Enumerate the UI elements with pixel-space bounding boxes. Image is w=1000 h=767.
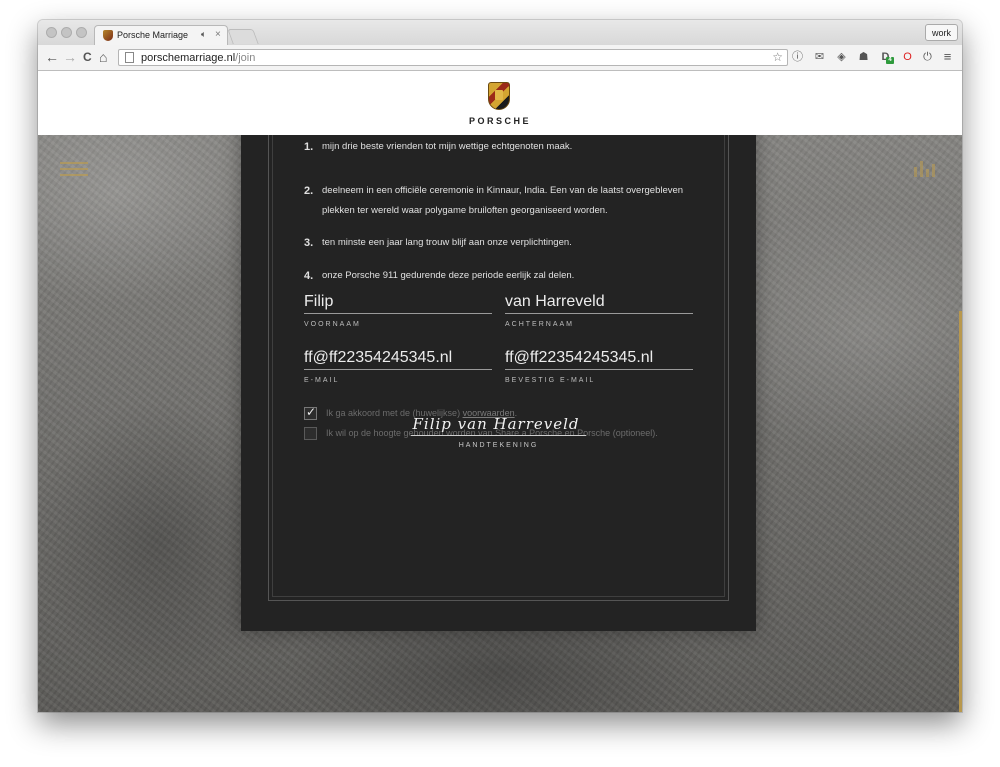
tab-title: Porsche Marriage [117,30,189,40]
browser-toolbar: ← → C ⌂ porschemarriage.nl/join ☆ ⓘ ✉ ◈ … [38,45,962,71]
speaker-icon[interactable]: 🔈︎ [201,29,206,40]
menu-icon[interactable]: ≡ [940,49,955,65]
reload-icon[interactable]: C [83,48,92,66]
signature-field[interactable]: Filip van Harreveld [406,415,586,433]
1password-icon[interactable]: ⓘ [790,49,805,65]
browser-tab[interactable]: Porsche Marriage 🔈︎ × [94,25,228,45]
page-viewport: 1. mijn drie beste vrienden tot mijn wett… [38,71,962,712]
browser-window: Porsche Marriage 🔈︎ × work ← → C ⌂ porsc… [38,20,962,712]
marriage-certificate-card: 1. mijn drie beste vrienden tot mijn wett… [241,71,756,631]
zoom-window-button[interactable] [76,27,87,38]
title-bar: Porsche Marriage 🔈︎ × work [38,20,962,45]
email-label: E-MAIL [304,377,340,384]
hamburger-menu-icon[interactable] [60,162,88,176]
extension-badge: 4 [886,57,894,64]
first-name-input[interactable]: Filip [304,291,492,314]
signature-label: HANDTEKENING [458,442,539,449]
opera-icon[interactable]: O [900,49,915,65]
newsletter-checkbox[interactable] [304,427,317,440]
email-confirm-label: BEVESTIG E-MAIL [505,377,596,384]
email-field[interactable]: ff@ff22354245345.nl E-MAIL [304,347,492,384]
email-input[interactable]: ff@ff22354245345.nl [304,347,492,370]
brand-wordmark[interactable]: PORSCHE [38,116,962,126]
inbox-icon[interactable]: ✉ [812,49,827,65]
gold-accent-bar [959,311,962,712]
email-confirm-input[interactable]: ff@ff22354245345.nl [505,347,693,370]
new-tab-button[interactable] [227,29,259,44]
bookmark-star-icon[interactable]: ☆ [772,50,783,65]
last-name-label: ACHTERNAAM [505,321,575,328]
downloads-icon[interactable]: D4 [878,49,894,65]
url-text[interactable]: porschemarriage.nl/join [141,51,255,65]
equalizer-icon[interactable] [914,159,940,177]
address-bar[interactable]: porschemarriage.nl/join ☆ [118,49,788,66]
last-name-field[interactable]: van Harreveld ACHTERNAAM [505,291,693,328]
close-window-button[interactable] [46,27,57,38]
last-name-input[interactable]: van Harreveld [505,291,693,314]
ghostery-icon[interactable]: ☗ [856,49,871,65]
page-icon [125,52,134,63]
pocket-icon[interactable]: ◈ [834,49,849,65]
profile-button[interactable]: work [924,24,958,41]
signature-line [411,435,586,436]
site-header: PORSCHE [38,71,962,135]
email-confirm-field[interactable]: ff@ff22354245345.nl BEVESTIG E-MAIL [505,347,693,384]
porsche-favicon-icon [103,30,113,41]
forward-arrow-icon[interactable]: → [63,48,77,66]
power-icon[interactable]: ⏻ [920,49,935,65]
minimize-window-button[interactable] [61,27,72,38]
terms-checkbox[interactable]: ✓ [304,405,317,420]
first-name-label: VOORNAAM [304,321,361,328]
home-icon[interactable]: ⌂ [99,48,107,66]
back-arrow-icon[interactable]: ← [45,48,59,66]
tab-close-icon[interactable]: × [215,29,221,40]
first-name-field[interactable]: Filip VOORNAAM [304,291,492,328]
checkmark-icon: ✓ [306,405,317,419]
porsche-crest-icon[interactable] [488,82,510,110]
